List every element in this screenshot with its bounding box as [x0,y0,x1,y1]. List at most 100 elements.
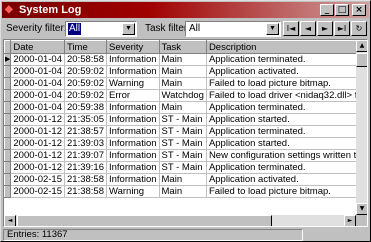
vertical-scroll-thumb[interactable] [356,53,367,67]
cell-description: Failed to load driver <nidaq32.dll> for … [206,89,367,102]
cell-time: 20:59:02 [64,77,107,90]
cell-severity: Information [106,125,160,138]
horizontal-scroll-thumb[interactable] [17,215,272,226]
app-icon: ◆ [5,4,13,15]
refresh-button[interactable]: ↻ [351,21,367,36]
horizontal-scrollbar[interactable]: ◄ ► [4,215,356,226]
cell-task: ST - Main [159,113,207,126]
vertical-scrollbar[interactable]: ▲ ▼ [356,40,367,215]
cell-time: 21:39:07 [64,149,107,162]
cell-description: Application terminated. [206,53,367,66]
cell-time: 21:38:58 [64,185,107,198]
severity-filter-label: Severity filter: [6,23,67,34]
column-header-task[interactable]: Task [158,40,207,54]
cell-task: Main [159,53,207,66]
cell-task: Main [159,101,207,114]
cell-description: Application terminated. [206,101,367,114]
cell-time: 20:59:02 [64,89,107,102]
cell-description: Failed to load picture bitmap. [206,185,367,198]
cell-date: 2000-02-15 [10,185,65,198]
entries-count: Entries: 11367 [3,229,303,241]
scroll-up-icon[interactable]: ▲ [356,40,367,52]
severity-filter-select[interactable]: All ▼ [65,21,137,37]
table-row[interactable]: 2000-01-12 21:35:05 Information ST - Main Ap… [4,113,367,126]
cell-description: Failed to load picture bitmap. [206,77,367,90]
last-record-button[interactable]: ►I [334,21,350,36]
cell-severity: Information [106,161,160,174]
task-filter-value: All [189,23,201,34]
cell-severity: Information [106,101,160,114]
current-row-indicator-icon[interactable]: ▶ [4,53,12,66]
table-row[interactable]: 2000-01-12 21:39:16 Information ST - Main Ap… [4,161,367,174]
title-bar[interactable]: ◆ System Log _ □ × [2,2,369,18]
cell-severity: Information [106,173,160,186]
scroll-left-icon[interactable]: ◄ [4,215,16,226]
cell-task: ST - Main [159,161,207,174]
task-filter-select[interactable]: All ▼ [185,21,281,37]
status-bar: Entries: 11367 [3,229,368,241]
cell-severity: Error [106,89,160,102]
next-record-button[interactable]: ► [317,21,333,36]
table-row[interactable]: 2000-01-12 21:38:57 Information ST - Main Ap… [4,125,367,138]
cell-time: 21:35:05 [64,113,107,126]
table-row[interactable]: 2000-01-12 21:39:07 Information ST - Main Ne… [4,149,367,162]
cell-date: 2000-01-04 [10,65,65,78]
scroll-down-icon[interactable]: ▼ [356,203,367,215]
cell-task: ST - Main [159,137,207,150]
cell-description: Application activated. [206,65,367,78]
cell-task: Main [159,185,207,198]
cell-severity: Warning [106,185,160,198]
column-header-time[interactable]: Time [64,40,107,54]
cell-date: 2000-01-12 [10,125,65,138]
first-record-button[interactable]: I◄ [283,21,299,36]
cell-date: 2000-02-15 [10,173,65,186]
table-row[interactable]: 2000-02-15 21:38:58 Warning Main Failed to l… [4,185,367,198]
cell-date: 2000-01-04 [10,101,65,114]
table-row[interactable]: 2000-01-04 20:59:02 Error Watchdog Failed to… [4,89,367,102]
table-row[interactable]: 2000-02-15 21:38:58 Information Main Applica… [4,173,367,186]
minimize-button[interactable]: _ [320,4,334,16]
cell-severity: Information [106,53,160,66]
cell-task: Main [159,65,207,78]
cell-severity: Information [106,149,160,162]
cell-description: Application started. [206,137,367,150]
cell-time: 20:59:02 [64,65,107,78]
column-header-description[interactable]: Description [205,40,367,54]
table-row[interactable]: 2000-01-04 20:59:02 Information Main Applica… [4,65,367,78]
cell-description: Application terminated. [206,125,367,138]
cell-time: 21:38:57 [64,125,107,138]
cell-date: 2000-01-12 [10,113,65,126]
prev-record-button[interactable]: ◄ [300,21,316,36]
cell-description: Application activated. [206,173,367,186]
window-title: System Log [19,4,82,16]
maximize-button[interactable]: □ [335,4,349,16]
cell-severity: Information [106,65,160,78]
cell-date: 2000-01-04 [10,89,65,102]
scrollbar-corner [356,215,367,226]
cell-time: 21:39:03 [64,137,107,150]
cell-date: 2000-01-12 [10,161,65,174]
table-row[interactable]: 2000-01-12 21:39:03 Information ST - Main Ap… [4,137,367,150]
cell-description: Application started. [206,113,367,126]
table-row[interactable]: 2000-01-04 20:59:02 Warning Main Failed to l… [4,77,367,90]
system-log-window: ◆ System Log _ □ × Severity filter: All … [0,0,371,242]
column-header-date[interactable]: Date [10,40,65,54]
header-row: Date Time Severity Task Description [4,40,367,54]
log-grid[interactable]: Date Time Severity Task Description ▶ 200… [3,39,368,227]
cell-severity: Warning [106,77,160,90]
chevron-down-icon[interactable]: ▼ [266,23,279,35]
cell-task: ST - Main [159,125,207,138]
cell-time: 20:59:38 [64,101,107,114]
table-row[interactable]: 2000-01-04 20:59:38 Information Main Applica… [4,101,367,114]
cell-task: Main [159,77,207,90]
chevron-down-icon[interactable]: ▼ [122,23,135,35]
table-row[interactable]: ▶ 2000-01-04 20:58:58 Information Main Applic… [4,53,367,66]
cell-description: New configuration settings written to fi… [206,149,367,162]
cell-time: 21:38:58 [64,173,107,186]
scroll-right-icon[interactable]: ► [344,215,356,226]
cell-date: 2000-01-04 [10,53,65,66]
close-button[interactable]: × [352,4,366,16]
cell-description: Application terminated. [206,161,367,174]
column-header-severity[interactable]: Severity [105,40,160,54]
log-table: Date Time Severity Task Description ▶ 200… [4,40,367,198]
